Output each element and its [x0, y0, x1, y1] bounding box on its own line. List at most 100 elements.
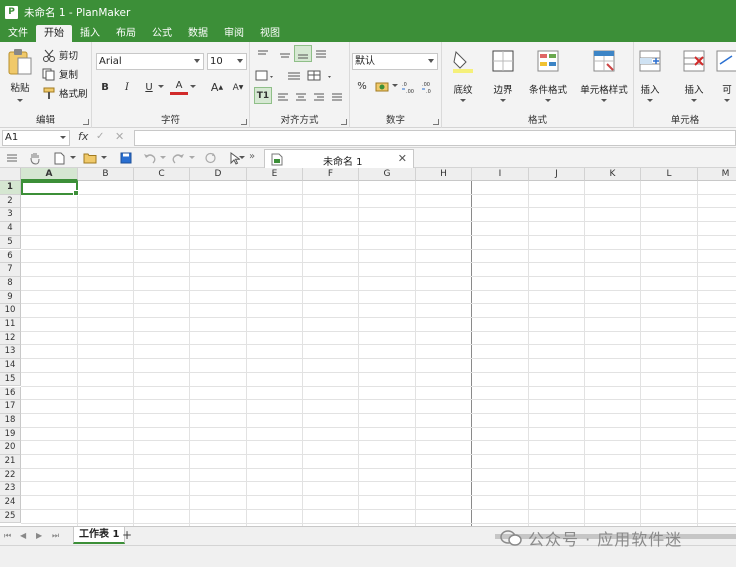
row-header-15[interactable]: 15 — [0, 372, 21, 387]
tab-insert[interactable]: 插入 — [72, 25, 108, 42]
paste-button[interactable]: 粘贴 — [4, 48, 36, 114]
column-header-e[interactable]: E — [247, 168, 303, 181]
align-left-button[interactable] — [276, 87, 294, 104]
row-header-4[interactable]: 4 — [0, 222, 21, 236]
column-header-i[interactable]: I — [472, 168, 529, 181]
column-header-c[interactable]: C — [134, 168, 190, 181]
edit-group-launcher-icon[interactable] — [83, 119, 89, 125]
row-header-17[interactable]: 17 — [0, 400, 21, 414]
undo-button[interactable] — [142, 151, 156, 165]
row-header-5[interactable]: 5 — [0, 235, 21, 250]
align-center-button[interactable] — [294, 87, 312, 104]
row-header-12[interactable]: 12 — [0, 331, 21, 346]
new-document-dropdown-icon[interactable] — [70, 156, 76, 159]
cancel-icon[interactable]: ✕ — [115, 130, 124, 143]
row-header-6[interactable]: 6 — [0, 249, 21, 264]
tab-view[interactable]: 视图 — [252, 25, 288, 42]
font-size-combo[interactable]: 10 — [207, 53, 247, 70]
delete-cells-button[interactable]: 插入 — [672, 48, 716, 118]
column-header-d[interactable]: D — [190, 168, 247, 181]
row-header-13[interactable]: 13 — [0, 345, 21, 360]
cut-button[interactable]: 剪切 — [42, 48, 78, 62]
align-middle-button[interactable] — [276, 45, 294, 62]
column-header-a[interactable]: A — [21, 168, 78, 181]
paste-dropdown-icon[interactable] — [17, 99, 23, 102]
spreadsheet-grid[interactable]: A B C D E F G H I J K L M 1 2 3 4 5 6 7 8 9 10 11 12 13 14 15 16 17 18… — [0, 168, 736, 526]
orientation-button[interactable] — [312, 45, 330, 62]
merge-cells-button[interactable] — [306, 66, 324, 83]
underline-dropdown-icon[interactable] — [158, 85, 164, 88]
shrink-font-button[interactable]: A ▼ — [229, 79, 247, 96]
grow-font-button[interactable]: A ▲ — [208, 79, 226, 96]
row-header-18[interactable]: 18 — [0, 413, 21, 428]
sidebar-menu-button[interactable] — [5, 151, 19, 165]
percent-button[interactable]: % — [353, 78, 371, 95]
row-header-16[interactable]: 16 — [0, 386, 21, 401]
repeat-button[interactable] — [203, 151, 217, 165]
function-icon[interactable]: fx — [78, 130, 88, 143]
tab-home[interactable]: 开始 — [36, 25, 72, 42]
align-bottom-button[interactable] — [294, 45, 312, 62]
borders-small-button[interactable] — [254, 66, 272, 83]
font-color-dropdown-icon[interactable] — [190, 85, 196, 88]
row-header-21[interactable]: 21 — [0, 455, 21, 469]
row-header-20[interactable]: 20 — [0, 441, 21, 455]
tab-review[interactable]: 审阅 — [216, 25, 252, 42]
column-header-l[interactable]: L — [641, 168, 698, 181]
row-header-2[interactable]: 2 — [0, 194, 21, 209]
indent-button[interactable] — [284, 66, 302, 83]
name-box[interactable]: A1 — [2, 130, 70, 146]
number-format-combo[interactable]: 默认 — [352, 53, 438, 70]
insert-cells-button[interactable]: 插入 — [628, 48, 672, 118]
next-sheet-icon[interactable]: ▶ — [36, 531, 42, 540]
alignment-group-launcher-icon[interactable] — [341, 119, 347, 125]
column-header-h[interactable]: H — [416, 168, 472, 181]
redo-dropdown-icon[interactable] — [189, 156, 195, 159]
tab-data[interactable]: 数据 — [180, 25, 216, 42]
new-document-button[interactable] — [52, 151, 66, 165]
sheet-tab-1[interactable]: 工作表 1 — [73, 527, 126, 544]
undo-dropdown-icon[interactable] — [160, 156, 166, 159]
column-header-g[interactable]: G — [359, 168, 416, 181]
close-icon[interactable]: ✕ — [398, 152, 407, 165]
add-sheet-button[interactable]: + — [122, 528, 132, 542]
row-header-8[interactable]: 8 — [0, 276, 21, 291]
save-button[interactable] — [119, 151, 133, 165]
italic-button[interactable]: I — [118, 79, 136, 96]
prev-sheet-icon[interactable]: ◀ — [20, 531, 26, 540]
conditional-format-button[interactable]: 条件格式 — [522, 48, 574, 118]
open-document-button[interactable] — [83, 151, 97, 165]
more-tools-icon[interactable]: » — [245, 149, 259, 163]
open-document-dropdown-icon[interactable] — [101, 156, 107, 159]
copy-button[interactable]: 复制 — [42, 67, 78, 81]
row-header-11[interactable]: 11 — [0, 318, 21, 332]
align-top-button[interactable] — [254, 45, 272, 62]
currency-dropdown-icon[interactable] — [392, 84, 398, 87]
font-name-combo[interactable]: Arial — [96, 53, 204, 70]
select-all-corner[interactable] — [0, 168, 21, 181]
tab-layout[interactable]: 布局 — [108, 25, 144, 42]
bold-button[interactable]: B — [96, 79, 114, 96]
cell-styles-button[interactable]: 单元格样式 — [576, 48, 632, 118]
align-right-button[interactable] — [312, 87, 330, 104]
row-header-24[interactable]: 24 — [0, 496, 21, 510]
currency-button[interactable] — [374, 78, 392, 95]
tab-formulas[interactable]: 公式 — [144, 25, 180, 42]
format-painter-button[interactable]: 格式刷 — [42, 86, 88, 100]
underline-button[interactable]: U — [140, 79, 158, 96]
first-sheet-icon[interactable]: ⏮ — [4, 531, 11, 541]
font-color-button[interactable]: A — [170, 79, 188, 95]
column-header-k[interactable]: K — [585, 168, 641, 181]
row-header-1[interactable]: 1 — [0, 181, 21, 195]
increase-decimal-button[interactable]: .0.00 — [400, 78, 418, 95]
tab-file[interactable]: 文件 — [0, 25, 36, 42]
formula-input[interactable] — [134, 130, 736, 146]
document-tab[interactable]: 未命名 1 ✕ — [264, 149, 414, 168]
row-header-22[interactable]: 22 — [0, 468, 21, 483]
hand-tool-button[interactable] — [28, 151, 42, 165]
number-group-launcher-icon[interactable] — [433, 119, 439, 125]
row-header-25[interactable]: 25 — [0, 509, 21, 524]
row-header-3[interactable]: 3 — [0, 208, 21, 223]
visible-button[interactable]: 可 — [712, 48, 736, 118]
font-group-launcher-icon[interactable] — [241, 119, 247, 125]
